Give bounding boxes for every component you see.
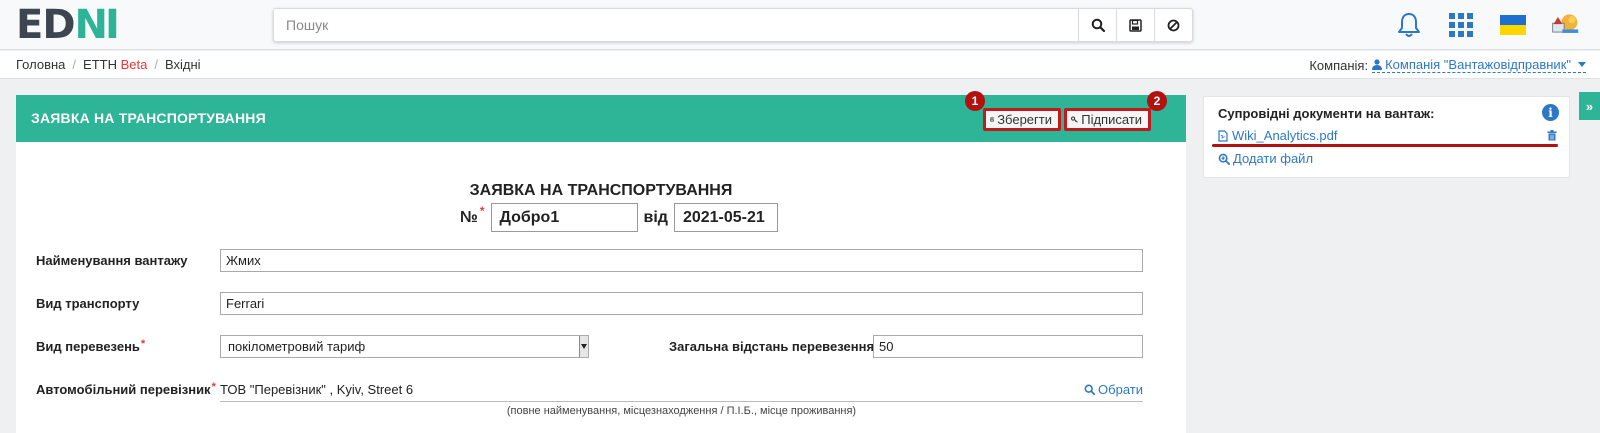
- delete-file-button[interactable]: [1547, 129, 1557, 144]
- chevron-down-icon: [1578, 62, 1586, 67]
- carriage-type-label: Вид перевезень*: [36, 338, 146, 354]
- apps-menu-button[interactable]: [1446, 10, 1476, 40]
- transport-type-field[interactable]: Ferrari: [220, 292, 1143, 315]
- top-header: ED N I: [0, 0, 1600, 50]
- search-icon: [1084, 384, 1096, 395]
- flag-ukraine-icon: [1500, 15, 1526, 35]
- cargo-name-field[interactable]: Жмих: [220, 249, 1143, 272]
- logo-text-n: N: [74, 2, 108, 48]
- carrier-hint: (повне найменування, місцезнаходження / …: [506, 405, 857, 417]
- user-menu-button[interactable]: [1550, 10, 1580, 40]
- attached-file-link[interactable]: Wiki_Analytics.pdf: [1218, 128, 1337, 143]
- apps-grid-icon: [1449, 13, 1473, 37]
- distance-label: Загальна відстань перевезення: [669, 339, 875, 354]
- breadcrumb-home[interactable]: Головна: [16, 57, 65, 72]
- panel-header: ЗАЯВКА НА ТРАНСПОРТУВАННЯ Зберегти Підпи…: [16, 91, 1186, 142]
- carrier-select-link[interactable]: Обрати: [1084, 382, 1143, 397]
- block-icon: [1167, 19, 1180, 31]
- breadcrumb-ettn[interactable]: ЕТТН Beta: [83, 57, 147, 72]
- beta-badge: Beta: [120, 57, 148, 72]
- highlight-underline: [1212, 144, 1558, 147]
- edin-logo[interactable]: ED N I: [16, 2, 120, 48]
- logo-text-ed: ED: [16, 2, 76, 48]
- save-icon: [990, 117, 995, 122]
- transport-type-label: Вид транспорту: [36, 296, 140, 311]
- carrier-value: ТОВ "Перевізник" , Kyiv, Street 6: [220, 382, 414, 397]
- document-number-field[interactable]: Добро1: [490, 203, 638, 232]
- save-button[interactable]: Зберегти: [983, 108, 1061, 131]
- chevron-down-icon: [579, 336, 588, 357]
- panel-title: ЗАЯВКА НА ТРАНСПОРТУВАННЯ: [31, 110, 266, 126]
- carriage-type-select[interactable]: покілометровий тариф: [220, 335, 589, 358]
- save-label: Зберегти: [997, 112, 1052, 127]
- language-button[interactable]: [1498, 10, 1528, 40]
- trash-icon: [1547, 130, 1557, 141]
- search-button[interactable]: [1078, 9, 1116, 41]
- document-title: ЗАЯВКА НА ТРАНСПОРТУВАННЯ: [469, 182, 733, 199]
- company-selector: Компанія: Компанія "Вантажовідправник": [1309, 57, 1586, 73]
- company-label: Компанія:: [1309, 57, 1369, 73]
- step-badge-2: 2: [1147, 91, 1167, 111]
- breadcrumb-current: Вхідні: [164, 57, 201, 72]
- carrier-label: Автомобільний перевізник*: [36, 381, 216, 397]
- breadcrumb-separator: /: [72, 57, 77, 72]
- sign-button[interactable]: Підписати: [1064, 108, 1151, 131]
- breadcrumb: Головна / ЕТТН Beta / Вхідні: [16, 57, 201, 72]
- document-date-field[interactable]: 2021-05-21: [673, 203, 778, 232]
- carrier-field: ТОВ "Перевізник" , Kyiv, Street 6 Обрати: [220, 382, 1143, 402]
- carriage-type-value: покілометровий тариф: [228, 339, 366, 354]
- breadcrumb-separator: /: [154, 57, 158, 72]
- add-file-link[interactable]: Додати файл: [1218, 151, 1313, 166]
- company-dropdown[interactable]: Компанія "Вантажовідправник": [1372, 57, 1586, 73]
- breadcrumb-bar: Головна / ЕТТН Beta / Вхідні Компанія: К…: [0, 51, 1600, 79]
- number-prefix: №: [460, 208, 478, 226]
- pdf-file-icon: [1218, 129, 1228, 142]
- search-icon: [1091, 18, 1105, 32]
- clear-search-button[interactable]: [1154, 9, 1192, 41]
- document-number-row: № * Добро1 від 2021-05-21: [460, 203, 778, 232]
- key-icon: [1071, 116, 1078, 123]
- user-avatar-icon: [1552, 14, 1579, 33]
- attached-documents-title: Супровідні документи на вантаж:: [1218, 106, 1435, 121]
- expand-sidebar-button[interactable]: »: [1579, 92, 1600, 120]
- attached-documents-panel: Супровідні документи на вантаж: i Wiki_A…: [1203, 96, 1570, 178]
- date-label: від: [643, 208, 668, 226]
- save-search-button[interactable]: [1116, 9, 1154, 41]
- bell-icon: [1398, 13, 1420, 37]
- logo-text-i: I: [105, 2, 120, 48]
- step-badge-1: 1: [965, 91, 985, 111]
- user-icon: [1372, 59, 1383, 70]
- search-bar: [273, 8, 1193, 42]
- notifications-button[interactable]: [1394, 10, 1424, 40]
- cargo-name-label: Найменування вантажу: [36, 253, 188, 268]
- info-icon[interactable]: i: [1542, 104, 1559, 121]
- distance-field[interactable]: 50: [873, 335, 1143, 358]
- company-name: Компанія "Вантажовідправник": [1385, 57, 1571, 72]
- save-icon: [1129, 18, 1142, 32]
- sign-label: Підписати: [1081, 112, 1142, 127]
- required-mark: *: [479, 203, 485, 218]
- transport-request-panel: ЗАЯВКА НА ТРАНСПОРТУВАННЯ Зберегти Підпи…: [16, 91, 1186, 433]
- search-input[interactable]: [274, 9, 1078, 41]
- zoom-in-icon: [1218, 153, 1230, 165]
